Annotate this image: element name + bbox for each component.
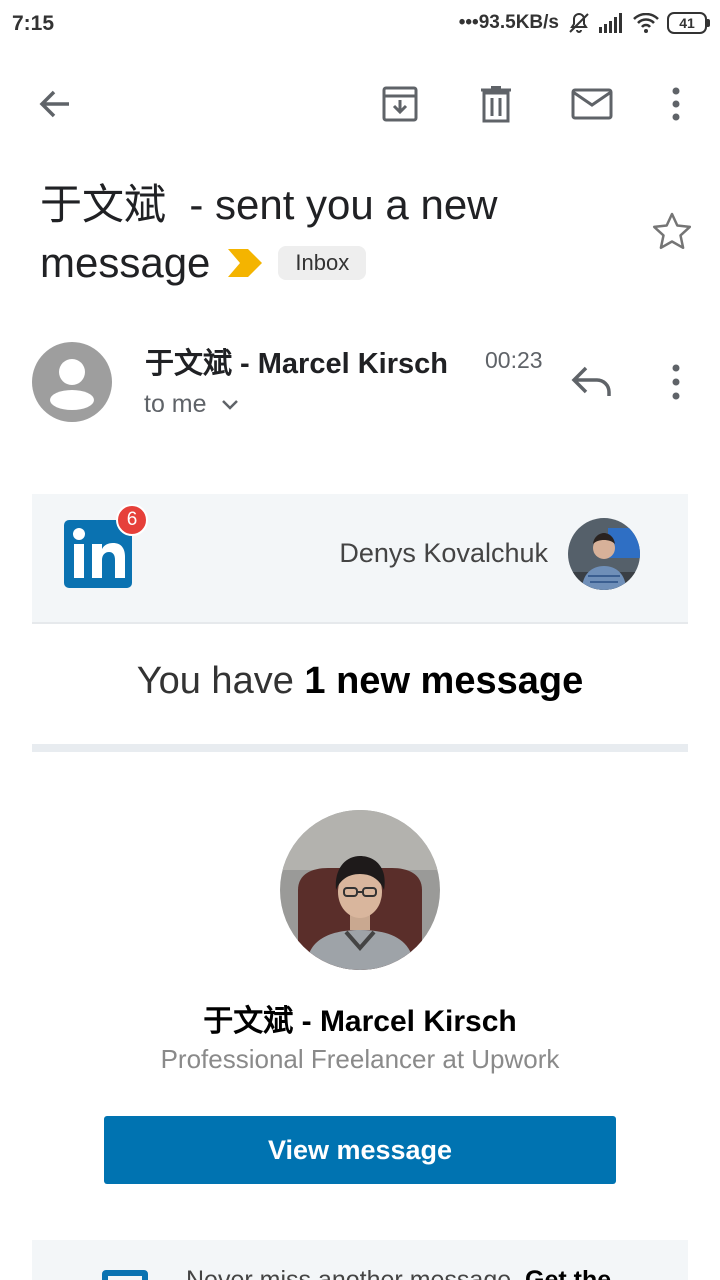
subject-line-2: message bbox=[40, 239, 211, 286]
status-indicators: •••93.5KB/s 41 bbox=[459, 11, 710, 35]
wifi-icon bbox=[633, 13, 659, 33]
delete-icon[interactable] bbox=[474, 82, 518, 126]
inbox-label[interactable]: Inbox bbox=[278, 246, 367, 280]
recipient-name: Denys Kovalchuk bbox=[339, 538, 548, 568]
sender-name[interactable]: 于文斌 - Marcel Kirsch bbox=[145, 340, 480, 382]
sender-photo-image bbox=[280, 810, 440, 970]
ellipsis-icon: ••• bbox=[458, 12, 479, 33]
archive-icon[interactable] bbox=[378, 82, 422, 126]
headline-bold: 1 new message bbox=[304, 660, 584, 702]
linkedin-email-header: 6 Denys Kovalchuk bbox=[32, 494, 688, 624]
message-headline: You have 1 new message bbox=[32, 660, 688, 703]
battery-level: 41 bbox=[667, 12, 707, 34]
message-more-icon[interactable] bbox=[660, 362, 692, 402]
subject-line-1: 于文斌 - sent you a new bbox=[40, 181, 498, 228]
user-photo-image bbox=[568, 518, 640, 590]
sender-profile-photo[interactable] bbox=[280, 810, 440, 970]
sender-profile-name[interactable]: 于文斌 - Marcel Kirsch bbox=[32, 996, 688, 1040]
email-subject: 于文斌 - sent you a new message Inbox bbox=[40, 176, 640, 292]
user-profile-photo[interactable] bbox=[568, 518, 640, 590]
recipient-label: to me bbox=[144, 390, 207, 418]
view-message-button[interactable]: View message bbox=[104, 1116, 616, 1184]
importance-marker-icon[interactable] bbox=[228, 249, 263, 277]
sender-avatar[interactable] bbox=[32, 342, 112, 422]
reply-icon[interactable] bbox=[570, 362, 616, 402]
chevron-down-icon bbox=[221, 399, 238, 410]
message-app-icon bbox=[102, 1270, 148, 1280]
signal-icon bbox=[599, 13, 622, 33]
network-speed: •••93.5KB/s bbox=[458, 12, 559, 33]
sender-profile-headline: Professional Freelancer at Upwork bbox=[160, 1044, 560, 1074]
notification-badge: 6 bbox=[116, 504, 148, 536]
headline-light: You have bbox=[136, 660, 305, 702]
app-promo-banner: Never miss another message. Get the bbox=[32, 1240, 688, 1280]
email-time: 00:23 bbox=[485, 347, 543, 373]
bell-off-icon bbox=[569, 12, 589, 33]
recipient-details[interactable]: to me bbox=[144, 390, 239, 419]
status-time: 7:15 bbox=[12, 12, 55, 35]
star-icon[interactable] bbox=[650, 210, 694, 254]
person-icon bbox=[50, 359, 94, 410]
promo-text[interactable]: Never miss another message. Get the bbox=[186, 1266, 611, 1280]
email-toolbar bbox=[0, 70, 720, 138]
section-divider bbox=[32, 744, 688, 752]
mark-unread-icon[interactable] bbox=[570, 82, 614, 126]
back-arrow-icon[interactable] bbox=[33, 82, 77, 126]
battery-icon: 41 bbox=[667, 12, 710, 34]
more-vert-icon[interactable] bbox=[654, 82, 698, 126]
status-bar: 7:15 •••93.5KB/s 41 bbox=[0, 0, 720, 48]
